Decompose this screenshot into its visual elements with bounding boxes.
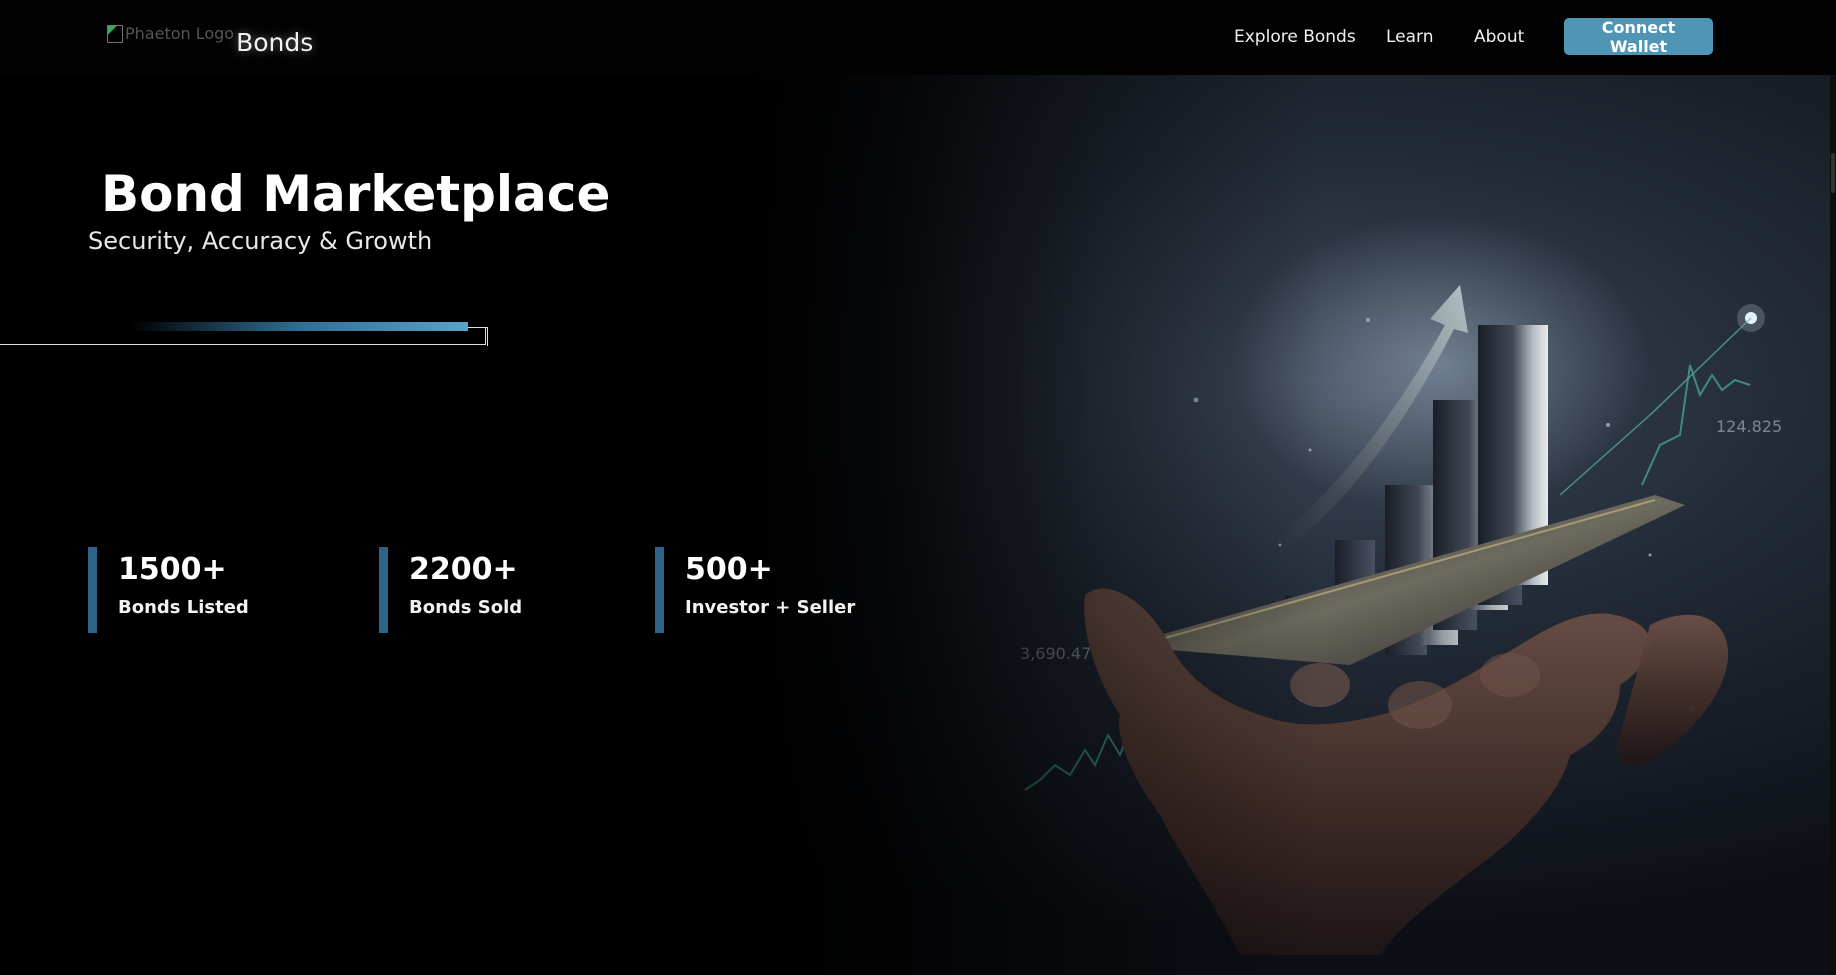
brand-name: Bonds bbox=[236, 28, 314, 57]
hero-subtitle: Security, Accuracy & Growth bbox=[88, 227, 433, 255]
stat-bonds-listed: 1500+ Bonds Listed bbox=[88, 547, 249, 633]
stat-accent-bar bbox=[88, 547, 97, 633]
broken-image-icon bbox=[107, 25, 123, 43]
nav-explore-bonds[interactable]: Explore Bonds bbox=[1234, 27, 1356, 47]
stat-accent-bar bbox=[379, 547, 388, 633]
scrollbar-thumb[interactable] bbox=[1831, 153, 1835, 193]
page: 3,690.47 124.825 Phaeton Logo Bonds Expl… bbox=[0, 0, 1836, 975]
stat-accent-bar bbox=[655, 547, 664, 633]
brand[interactable]: Phaeton Logo Bonds bbox=[107, 24, 313, 57]
logo-alt-text: Phaeton Logo bbox=[125, 24, 235, 43]
navbar: Phaeton Logo Bonds Explore Bonds Learn A… bbox=[0, 0, 1836, 75]
image-label-right: 124.825 bbox=[1716, 417, 1782, 436]
stat-investor-seller: 500+ Investor + Seller bbox=[655, 547, 855, 633]
stat-label: Bonds Sold bbox=[409, 597, 523, 618]
decorative-progress bbox=[0, 322, 488, 347]
stat-value: 500+ bbox=[685, 552, 773, 587]
stat-label: Investor + Seller bbox=[685, 597, 856, 618]
progress-fill bbox=[130, 322, 468, 331]
nav-learn[interactable]: Learn bbox=[1386, 27, 1434, 47]
nav-about[interactable]: About bbox=[1474, 27, 1524, 47]
stat-label: Bonds Listed bbox=[118, 597, 249, 618]
page-scrollbar[interactable] bbox=[1830, 75, 1836, 975]
page-title: Bond Marketplace bbox=[101, 165, 611, 223]
stat-bonds-sold: 2200+ Bonds Sold bbox=[379, 547, 522, 633]
stat-value: 2200+ bbox=[409, 552, 518, 587]
stat-value: 1500+ bbox=[118, 552, 227, 587]
image-label-left: 3,690.47 bbox=[1020, 644, 1091, 663]
connect-wallet-button[interactable]: Connect Wallet bbox=[1564, 18, 1713, 56]
logo-image[interactable]: Phaeton Logo bbox=[107, 24, 234, 44]
